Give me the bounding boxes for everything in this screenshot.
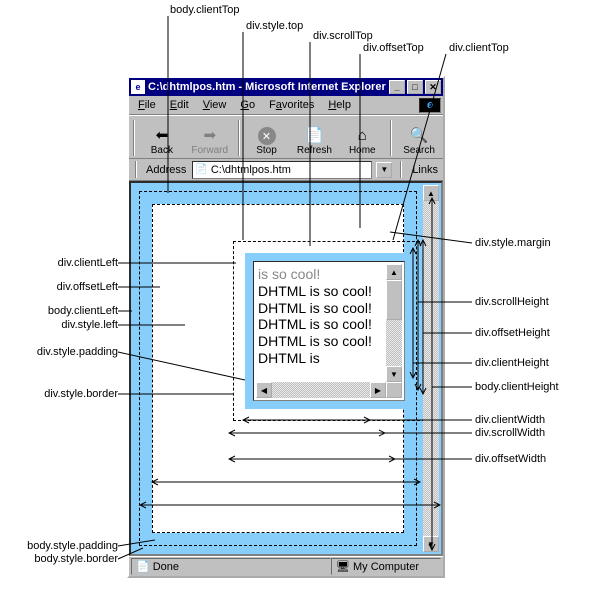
label-div-style-left: div.style.left [61,319,118,331]
div-vertical-scrollbar[interactable]: ▲ ▼ [386,264,402,382]
toolbar-forward-label: Forward [191,145,228,156]
computer-icon: 🖥 [336,560,350,573]
browser-window: e C:\dhtmlpos.htm - Microsoft Internet E… [127,76,445,578]
scroll-left-button[interactable]: ◀ [256,382,272,398]
links-label[interactable]: Links [409,164,441,176]
menu-file[interactable]: File [131,97,163,113]
viewport-vertical-scrollbar[interactable]: ▲ ▼ [423,185,439,552]
toolbar-back[interactable]: ⬅ Back [138,125,186,158]
label-div-style-border: div.style.border [44,388,118,400]
menu-help[interactable]: Help [321,97,358,113]
address-label: Address [144,164,188,176]
scroll-right-button[interactable]: ▶ [370,382,386,398]
label-div-scrollwidth: div.scrollWidth [475,427,545,439]
address-dropdown-button[interactable]: ▼ [376,162,392,178]
label-div-style-top: div.style.top [246,20,303,32]
forward-arrow-icon: ➡ [200,125,220,145]
address-bar: Address 📄 C:\dhtmlpos.htm ▼ Links [129,159,443,181]
label-div-clientwidth: div.clientWidth [475,414,545,426]
label-div-style-margin: div.style.margin [475,237,551,249]
minimize-button[interactable]: _ [389,80,405,94]
back-arrow-icon: ⬅ [152,125,172,145]
window-titlebar[interactable]: e C:\dhtmlpos.htm - Microsoft Internet E… [129,78,443,96]
status-done-text: Done [153,561,179,573]
scroll-down-button[interactable]: ▼ [386,366,402,382]
menu-view[interactable]: View [196,97,234,113]
toolbar-forward[interactable]: ➡ Forward [186,125,234,158]
label-div-style-padding: div.style.padding [37,346,118,358]
label-body-style-padding: body.style.padding [27,540,118,552]
label-body-clientleft: body.clientLeft [48,305,118,317]
doc-icon: 📄 [195,164,207,175]
scroll-up-button[interactable]: ▲ [386,264,402,280]
toolbar-refresh-label: Refresh [297,145,332,156]
toolbar-stop[interactable]: ✕ Stop [243,127,291,158]
label-div-offsetheight: div.offsetHeight [475,327,550,339]
status-done-cell: 📄 Done [131,558,331,575]
toolbar-refresh[interactable]: 📄 Refresh [290,125,338,158]
status-bar: 📄 Done 🖥 My Computer [129,556,443,576]
close-button[interactable]: ✕ [425,80,441,94]
status-zone-cell: 🖥 My Computer [331,558,441,575]
home-icon: ⌂ [352,125,372,145]
label-body-clientheight: body.clientHeight [475,381,559,393]
done-icon: 📄 [136,560,150,573]
truncated-text: is so cool! [258,266,320,282]
menu-bar: File Edit View Go Favorites Help e [129,96,443,115]
status-zone-text: My Computer [353,561,419,573]
vp-scroll-down-button[interactable]: ▼ [423,536,439,552]
label-div-scrolltop: div.scrollTop [313,30,373,42]
div-content-text: is so cool! DHTML is so cool! DHTML is s… [258,266,384,380]
scroll-thumb-v[interactable] [386,280,402,320]
ie-logo-badge: e [419,98,441,113]
toolbar-search-label: Search [403,145,435,156]
toolbar-stop-label: Stop [256,145,277,156]
maximize-button[interactable]: □ [407,80,423,94]
ie-small-icon: e [131,80,145,94]
div-horizontal-scrollbar[interactable]: ◀ ▶ [256,382,386,398]
page-viewport: is so cool! DHTML is so cool! DHTML is s… [129,181,443,556]
label-div-clientheight: div.clientHeight [475,357,549,369]
scroll-corner [386,382,402,398]
menu-go[interactable]: Go [233,97,262,113]
body-padding-outline: is so cool! DHTML is so cool! DHTML is s… [152,204,404,533]
div-border-box: is so cool! DHTML is so cool! DHTML is s… [245,253,413,409]
label-div-offsettop: div.offsetTop [363,42,424,54]
address-text: C:\dhtmlpos.htm [211,164,291,176]
address-input[interactable]: 📄 C:\dhtmlpos.htm [192,161,372,179]
toolbar-search[interactable]: 🔍 Search [395,125,443,158]
menu-favorites[interactable]: Favorites [262,97,321,113]
label-div-offsetwidth: div.offsetWidth [475,453,546,465]
toolbar-back-label: Back [151,145,173,156]
label-div-scrollheight: div.scrollHeight [475,296,549,308]
body-border-outline: is so cool! DHTML is so cool! DHTML is s… [139,191,417,546]
label-div-clienttop: div.clientTop [449,42,509,54]
window-title-text: C:\dhtmlpos.htm - Microsoft Internet Exp… [148,81,389,93]
label-body-style-border: body.style.border [34,553,118,565]
div-padding-box: is so cool! DHTML is so cool! DHTML is s… [253,261,405,401]
search-icon: 🔍 [409,125,429,145]
menu-edit[interactable]: Edit [163,97,196,113]
label-body-clienttop: body.clientTop [170,4,240,16]
stop-icon: ✕ [258,127,276,145]
toolbar-home[interactable]: ⌂ Home [338,125,386,158]
toolbar-home-label: Home [349,145,376,156]
refresh-icon: 📄 [304,125,324,145]
content-text-body: DHTML is so cool! DHTML is so cool! DHTM… [258,283,372,366]
vp-scroll-up-button[interactable]: ▲ [423,185,439,201]
label-div-offsetleft: div.offsetLeft [57,281,118,293]
label-div-clientleft: div.clientLeft [58,257,118,269]
toolbar: ⬅ Back ➡ Forward ✕ Stop 📄 Refresh ⌂ Home… [129,115,443,159]
